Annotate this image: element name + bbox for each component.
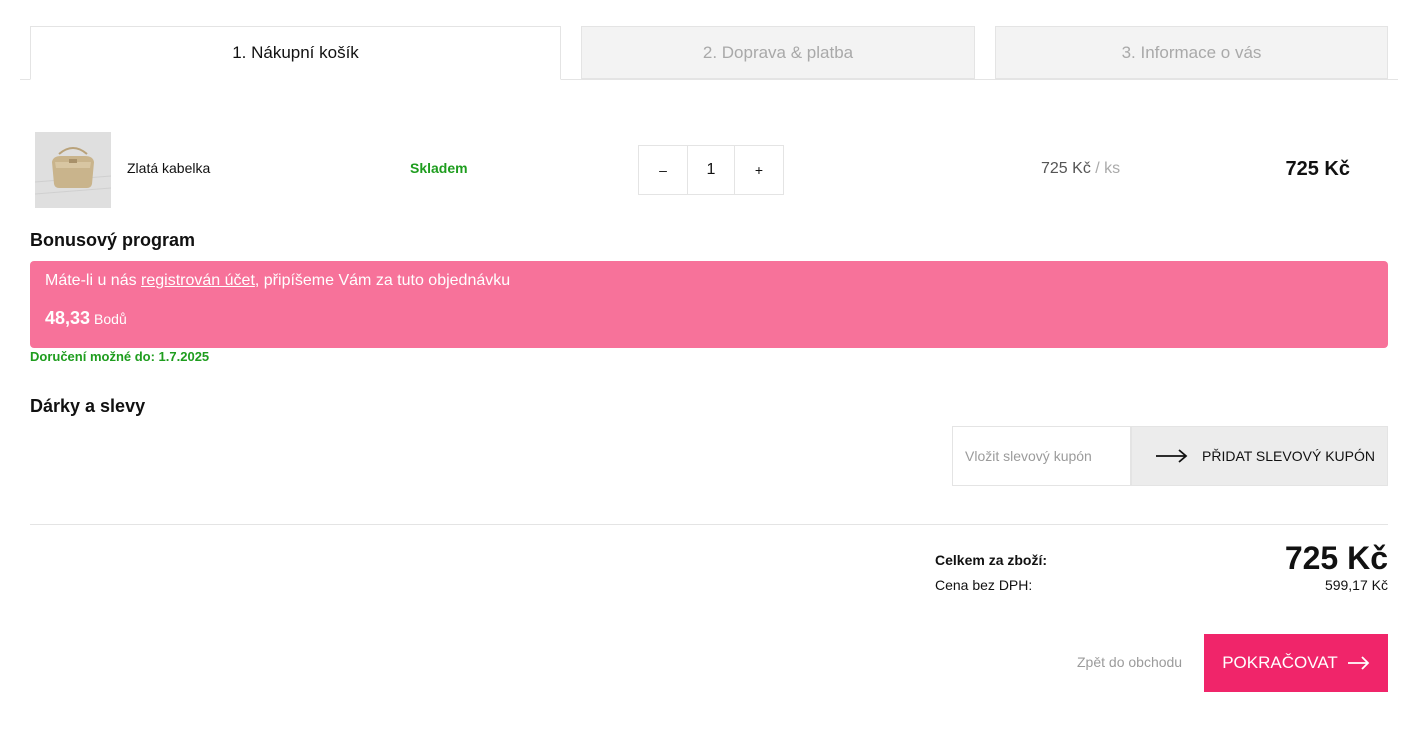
gold-handbag-image [35, 132, 111, 208]
bonus-points-unit: Bodů [94, 311, 127, 327]
delivery-date-note: Doručení možné do: 1.7.2025 [30, 349, 210, 364]
bonus-points: 48,33 Bodů [45, 308, 1373, 329]
bonus-program-box: Máte-li u nás registrován účet, připíšem… [30, 261, 1388, 348]
add-coupon-button[interactable]: PŘIDAT SLEVOVÝ KUPÓN [1131, 426, 1388, 486]
back-to-shop-link[interactable]: Zpět do obchodu [1077, 654, 1182, 670]
product-name[interactable]: Zlatá kabelka [127, 160, 210, 176]
tab-customer-info[interactable]: 3. Informace o vás [995, 26, 1388, 79]
bonus-text-before: Máte-li u nás [45, 272, 142, 289]
price-without-vat-label: Cena bez DPH: [935, 577, 1033, 593]
increase-quantity-button[interactable]: + [735, 146, 783, 194]
bonus-program-title: Bonusový program [30, 230, 196, 250]
bonus-text-after: , připíšeme Vám za tuto objednávku [254, 272, 511, 289]
continue-button[interactable]: POKRAČOVAT [1204, 634, 1388, 692]
tab-shipping-payment[interactable]: 2. Doprava & platba [581, 26, 975, 79]
tab-shipping-payment-label: 2. Doprava & platba [702, 42, 854, 62]
decrease-quantity-button[interactable]: – [639, 146, 687, 194]
bonus-text: Máte-li u nás registrován účet, připíšem… [45, 272, 1373, 290]
arrow-right-icon [1347, 656, 1370, 670]
summary-divider [30, 524, 1388, 525]
price-without-vat-value: 599,17 Kč [1324, 577, 1388, 593]
register-account-link[interactable]: registrován účet [141, 272, 255, 289]
tab-customer-info-label: 3. Informace o vás [1121, 42, 1262, 62]
quantity-value[interactable]: 1 [687, 146, 735, 194]
tab-cart-label: 1. Nákupní košík [232, 43, 359, 62]
total-value: 725 Kč [1284, 540, 1388, 576]
add-coupon-label: PŘIDAT SLEVOVÝ KUPÓN [1202, 448, 1375, 464]
quantity-stepper: – 1 + [638, 145, 784, 195]
bonus-points-value: 48,33 [45, 308, 91, 328]
unit-price-value: 725 Kč [1041, 160, 1091, 177]
stock-status: Skladem [410, 160, 468, 176]
unit-price-suffix: / ks [1095, 160, 1121, 177]
unit-price: 725 Kč / ks [1041, 160, 1120, 178]
total-label: Celkem za zboží: [935, 552, 1048, 568]
product-image[interactable] [35, 132, 111, 208]
line-total: 725 Kč [1285, 158, 1351, 180]
coupon-input[interactable] [952, 426, 1131, 486]
arrow-right-icon [1156, 449, 1188, 463]
continue-label: POKRAČOVAT [1222, 653, 1338, 672]
tab-cart[interactable]: 1. Nákupní košík [30, 26, 561, 80]
gifts-discounts-title: Dárky a slevy [30, 396, 146, 416]
